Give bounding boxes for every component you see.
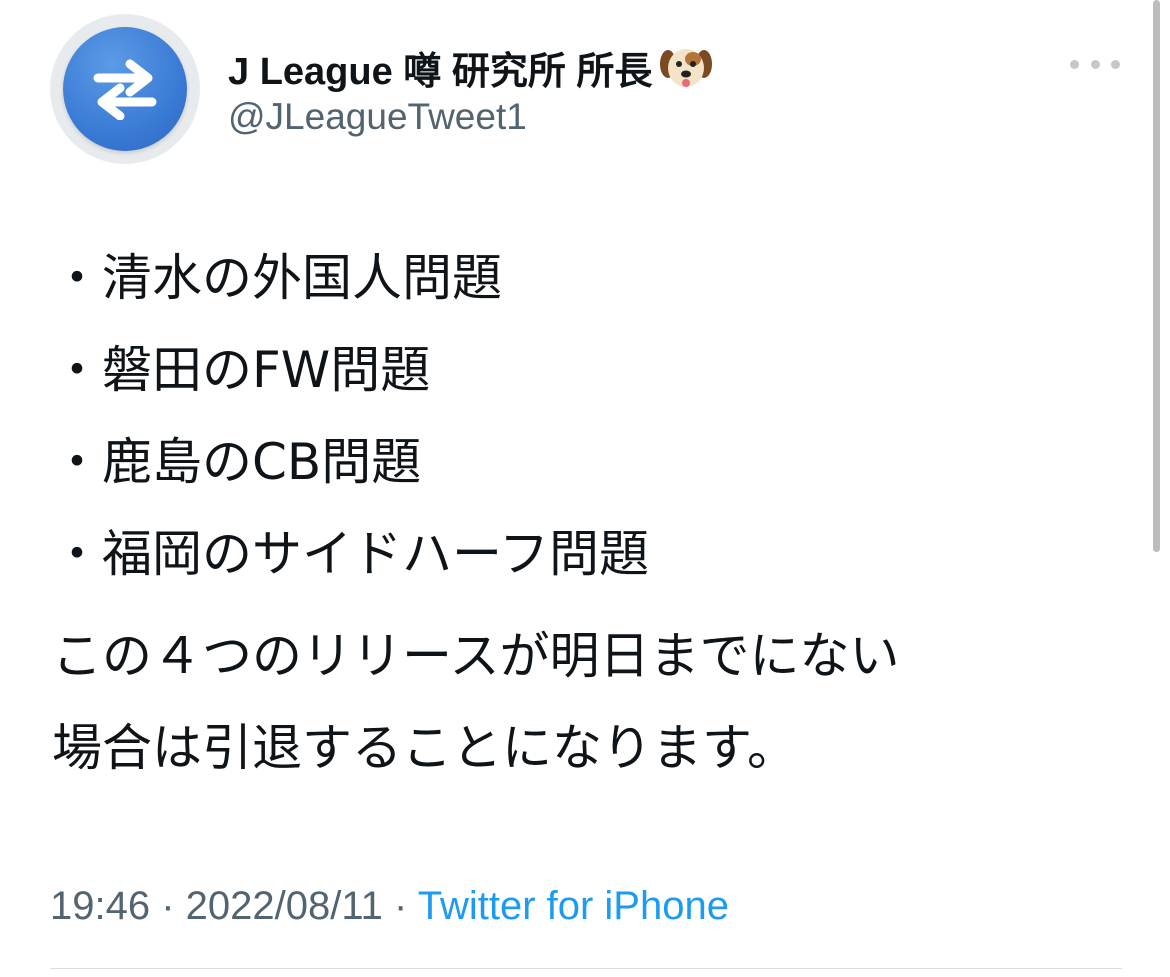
divider — [50, 968, 1122, 969]
tweet-source-link[interactable]: Twitter for iPhone — [418, 884, 729, 928]
meta-separator: · — [382, 884, 418, 928]
meta-separator: · — [150, 884, 186, 928]
dog-face-emoji — [660, 44, 713, 92]
more-dot — [1090, 59, 1100, 69]
bullet-item: ・福岡のサイドハーフ問題 — [52, 525, 649, 583]
author-handle[interactable]: @JLeagueTweet1 — [228, 96, 527, 138]
scrollbar[interactable] — [1153, 0, 1160, 552]
swap-arrows-icon — [63, 27, 187, 151]
bullet-item: ・清水の外国人問題 — [52, 249, 502, 307]
paragraph-line: この４つのリリースが明日までにない — [52, 627, 900, 685]
tweet-metadata: 19:46 · 2022/08/11 · Twitter for iPhone — [50, 884, 729, 929]
tweet-date[interactable]: 2022/08/11 — [186, 884, 383, 928]
display-name-text: J League 噂 研究所 所長 — [228, 51, 653, 93]
avatar[interactable] — [50, 14, 200, 164]
bullet-item: ・磐田のFW問題 — [52, 341, 431, 399]
more-dot — [1070, 59, 1079, 69]
bullet-item: ・鹿島のCB問題 — [52, 433, 422, 491]
author-display-name[interactable]: J League 噂 研究所 所長 — [228, 40, 713, 95]
paragraph-line: 場合は引退することになります。 — [52, 719, 797, 777]
tweet-paragraph: この４つのリリースが明日までにない 場合は引退することになります。 — [52, 610, 1132, 794]
tweet-text: ・清水の外国人問題 ・磐田のFW問題 ・鹿島のCB問題 ・福岡のサイドハーフ問題… — [52, 232, 1132, 794]
more-dot — [1111, 59, 1120, 69]
more-options-icon[interactable] — [1070, 52, 1120, 76]
tweet-time[interactable]: 19:46 — [50, 884, 150, 928]
